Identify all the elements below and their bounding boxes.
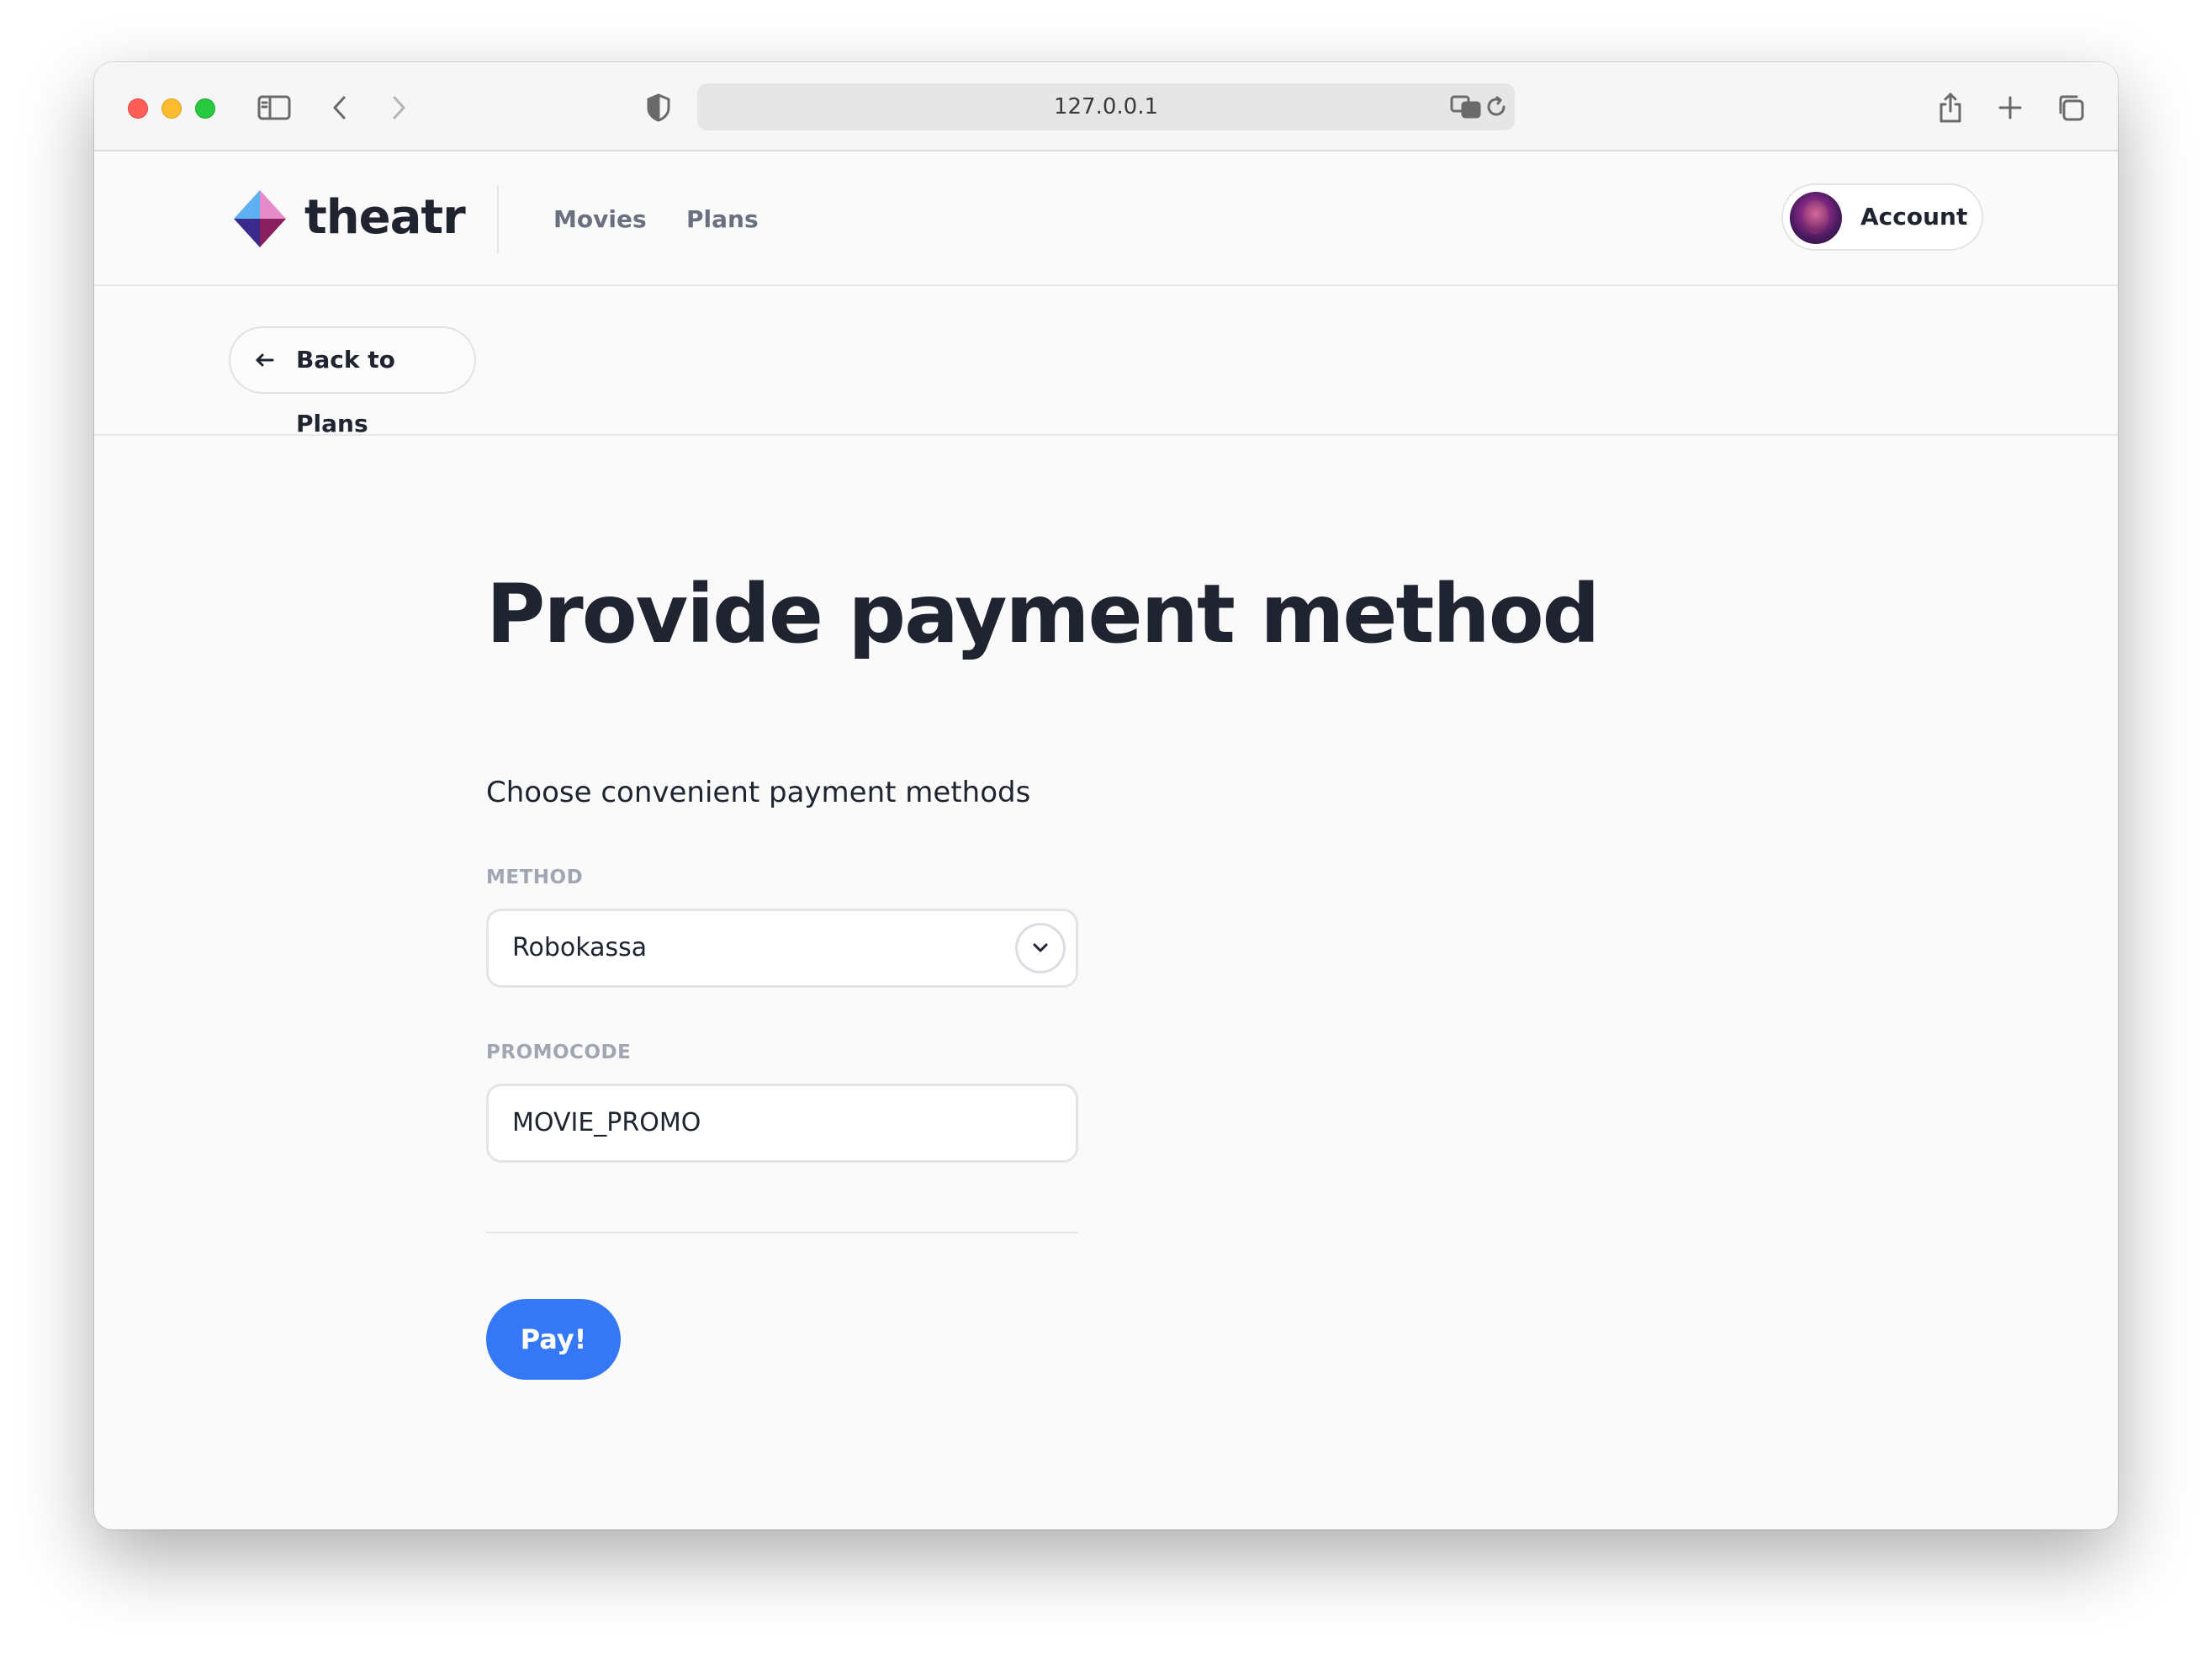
pay-button[interactable]: Pay! xyxy=(486,1299,621,1380)
arrow-left-icon xyxy=(256,353,274,367)
browser-toolbar: 127.0.0.1 xyxy=(94,62,2118,151)
tabs-overview-icon[interactable] xyxy=(2051,87,2091,128)
avatar xyxy=(1790,192,1842,244)
theatr-logo-icon[interactable] xyxy=(232,188,288,249)
shield-icon[interactable] xyxy=(638,87,679,128)
promocode-value: MOVIE_PROMO xyxy=(512,1108,701,1137)
promocode-label: PROMOCODE xyxy=(486,1042,632,1063)
back-bar: Back to Plans xyxy=(94,286,2118,437)
zoom-window-button[interactable] xyxy=(195,98,215,119)
header-divider xyxy=(497,185,499,254)
method-select[interactable]: Robokassa xyxy=(486,909,1078,988)
new-tab-icon[interactable] xyxy=(1990,87,2030,128)
back-icon[interactable] xyxy=(320,87,360,128)
method-label: METHOD xyxy=(486,867,584,888)
back-to-plans-label: Back to Plans xyxy=(296,346,395,437)
account-label: Account xyxy=(1860,203,1968,231)
minimize-window-button[interactable] xyxy=(161,98,182,119)
close-window-button[interactable] xyxy=(128,98,148,119)
sidebar-toggle-icon[interactable] xyxy=(254,87,294,128)
method-select-value: Robokassa xyxy=(512,933,648,962)
forward-icon[interactable] xyxy=(378,87,419,128)
nav-link-plans[interactable]: Plans xyxy=(686,199,759,241)
site-header: theatr Movies Plans Account xyxy=(94,151,2118,286)
chevron-down-icon[interactable] xyxy=(1015,923,1066,973)
nav-link-movies[interactable]: Movies xyxy=(553,199,647,241)
brand-name[interactable]: theatr xyxy=(304,188,466,247)
back-to-plans-button[interactable]: Back to Plans xyxy=(229,326,476,437)
form-divider xyxy=(486,1232,1078,1233)
address-bar[interactable]: 127.0.0.1 xyxy=(697,83,1515,130)
share-icon[interactable] xyxy=(1930,87,1971,128)
browser-window: 127.0.0.1 theatr Movies Plans Account Ba… xyxy=(94,62,2118,1529)
account-button[interactable]: Account xyxy=(1781,183,1983,251)
reload-icon[interactable] xyxy=(1476,87,1516,127)
promocode-input[interactable]: MOVIE_PROMO xyxy=(486,1084,1078,1163)
page-subtitle: Choose convenient payment methods xyxy=(486,776,1031,809)
url-text: 127.0.0.1 xyxy=(1053,94,1159,119)
page-title: Provide payment method xyxy=(486,567,1600,661)
